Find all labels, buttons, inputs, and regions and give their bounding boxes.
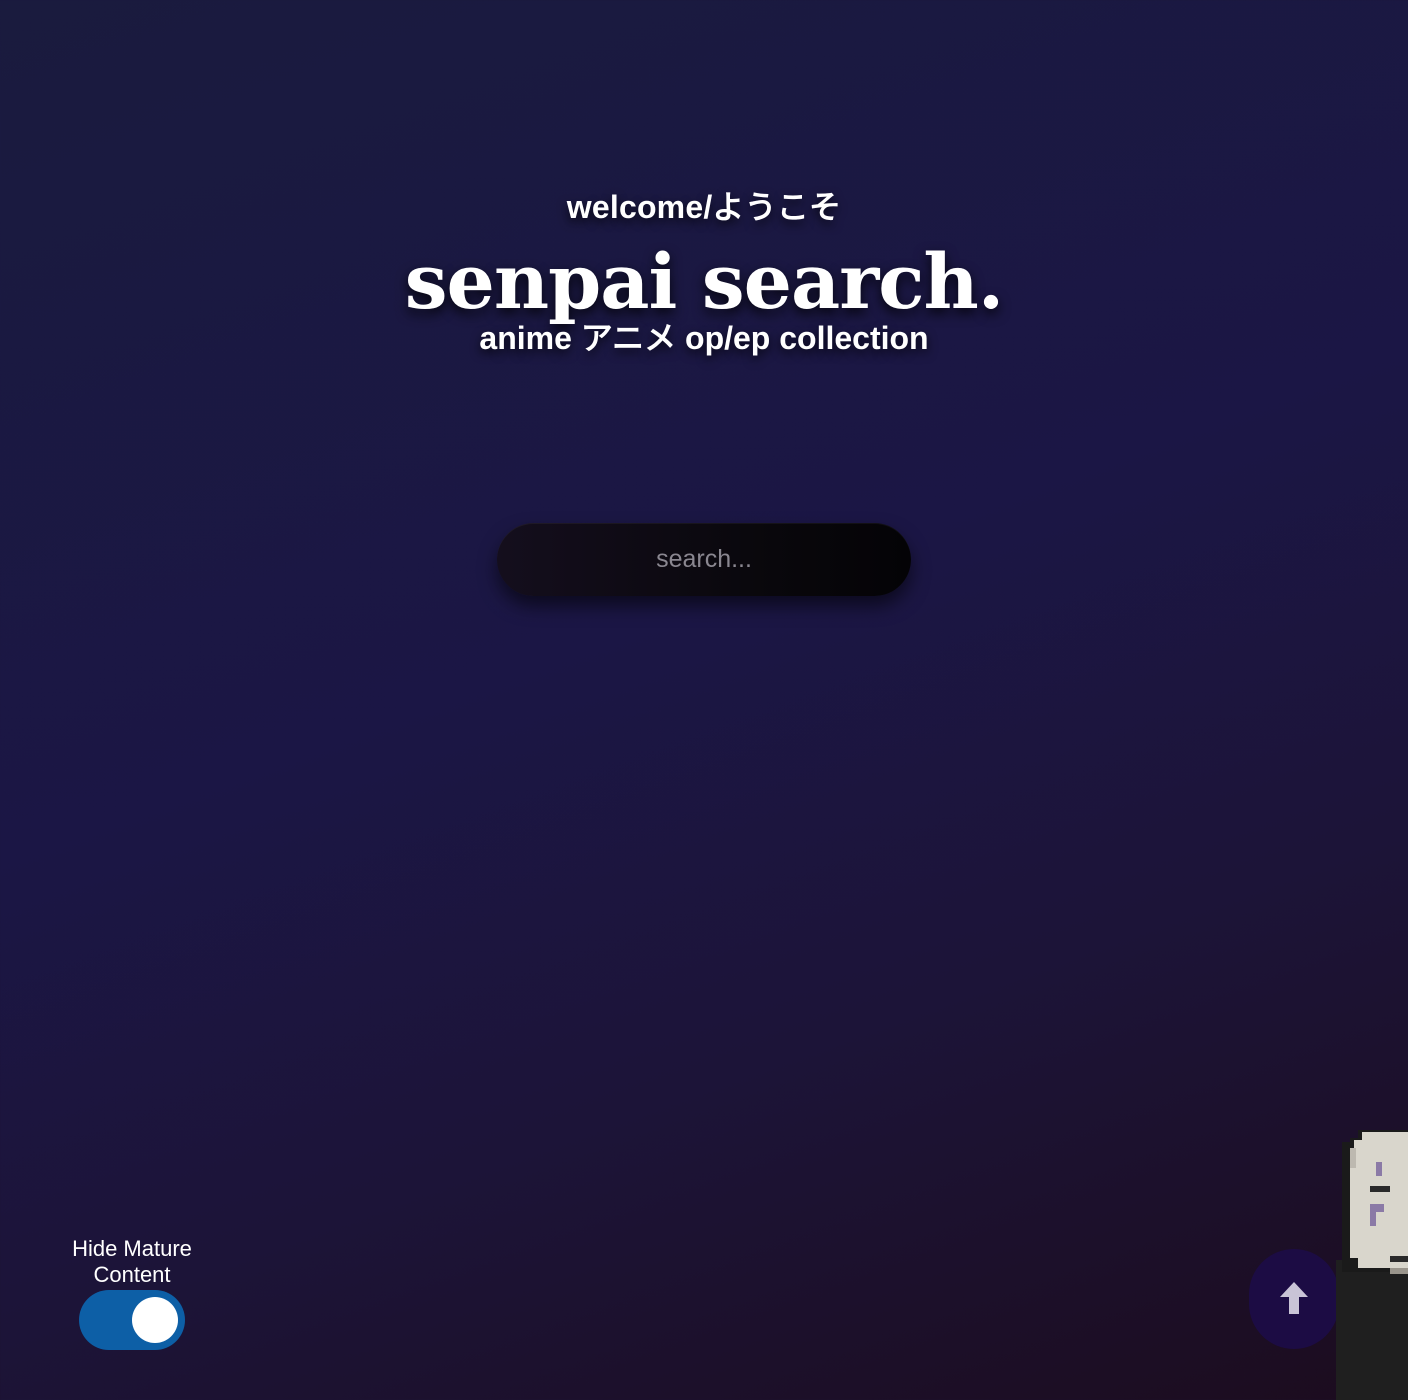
pixel-mascot-icon [1336,1130,1408,1400]
scroll-to-top-button[interactable] [1249,1249,1339,1349]
toggle-knob [132,1297,178,1343]
hero: welcome/ようこそ senpai search. anime アニメ op… [0,186,1408,358]
arrow-up-icon [1280,1282,1308,1314]
search-bar [497,523,911,596]
mature-content-setting: Hide Mature Content [56,1236,208,1350]
mature-content-label: Hide Mature Content [72,1236,192,1287]
site-subtitle: anime アニメ op/ep collection [479,320,929,356]
search-input[interactable] [497,523,911,596]
mature-content-toggle[interactable] [79,1290,185,1350]
site-title: senpai search. [404,237,1005,326]
welcome-heading: welcome/ようこそ [566,189,842,225]
